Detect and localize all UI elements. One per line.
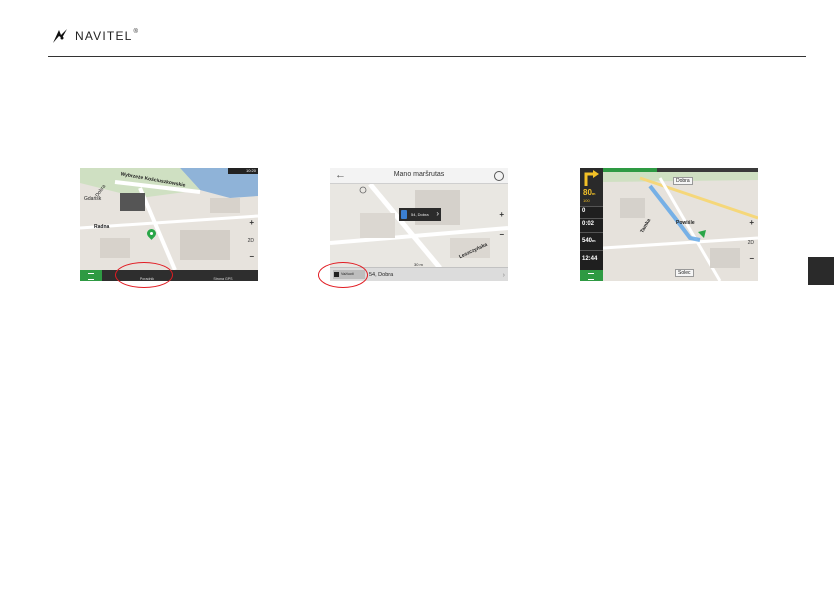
distance-remaining: 540m: [582, 238, 596, 244]
destination-address: 54, Dobra: [369, 272, 394, 278]
divider: [580, 232, 603, 233]
highlight-circle: [318, 262, 368, 288]
chevron-right-icon[interactable]: ›: [503, 272, 505, 279]
screenshot-map-poi: 10:20 Wybrzeże Kościuszkowskie Radna Dob…: [80, 168, 258, 281]
map-background: [602, 172, 758, 281]
pin-dot: [150, 232, 153, 235]
route-progress-fill: [603, 168, 658, 172]
street-label: Dobra: [673, 177, 693, 185]
map-mode-button[interactable]: 2D: [248, 238, 254, 244]
chevron-right-icon: ›: [436, 209, 439, 218]
brand-name: NAVITEL®: [75, 29, 140, 43]
zoom-out-button[interactable]: −: [249, 252, 254, 261]
divider: [580, 218, 603, 219]
time-remaining: 0:02: [582, 221, 595, 227]
street-label: Powiśle: [676, 220, 695, 226]
menu-button[interactable]: [80, 270, 102, 281]
divider: [580, 206, 603, 207]
speed-value: 0: [582, 208, 586, 214]
menu-button[interactable]: [580, 270, 603, 281]
map-mode-button[interactable]: 2D: [748, 240, 754, 246]
menu-icon: [88, 273, 94, 280]
zoom-in-button[interactable]: +: [249, 218, 254, 227]
popup-address: 54, Dobra: [411, 212, 429, 217]
page-header: NAVITEL®: [50, 24, 139, 48]
screen-title: Mano maršrutas: [393, 171, 445, 178]
globe-icon[interactable]: [494, 171, 504, 181]
highlight-circle: [115, 262, 173, 288]
zoom-in-button[interactable]: +: [749, 218, 754, 227]
street-label: Solec: [675, 269, 694, 277]
gps-button[interactable]: Strona GPS: [208, 277, 238, 281]
turn-arrow-icon: [584, 170, 599, 186]
menu-icon: [588, 273, 594, 280]
zoom-out-button[interactable]: −: [499, 230, 504, 239]
address-popup[interactable]: 54, Dobra ›: [399, 208, 441, 221]
divider: [580, 250, 603, 251]
navitel-logo-icon: [53, 29, 67, 43]
clock: 12:44: [582, 256, 598, 262]
zoom-in-button[interactable]: +: [499, 210, 504, 219]
turn-distance: 80m: [583, 188, 596, 197]
screenshot-navigation: 80m 100 0 0:02 540m 12:44 Dobra Solec Ta…: [580, 168, 758, 281]
place-label: Gdańsk: [84, 196, 102, 202]
zoom-out-button[interactable]: −: [749, 254, 754, 263]
street-label: Radna: [94, 224, 110, 230]
side-tab-marker: [808, 257, 834, 285]
status-time: 10:20: [245, 168, 256, 173]
phone-icon: [401, 210, 407, 219]
next-turn-distance: 100: [583, 198, 590, 203]
header-divider: [48, 56, 806, 57]
